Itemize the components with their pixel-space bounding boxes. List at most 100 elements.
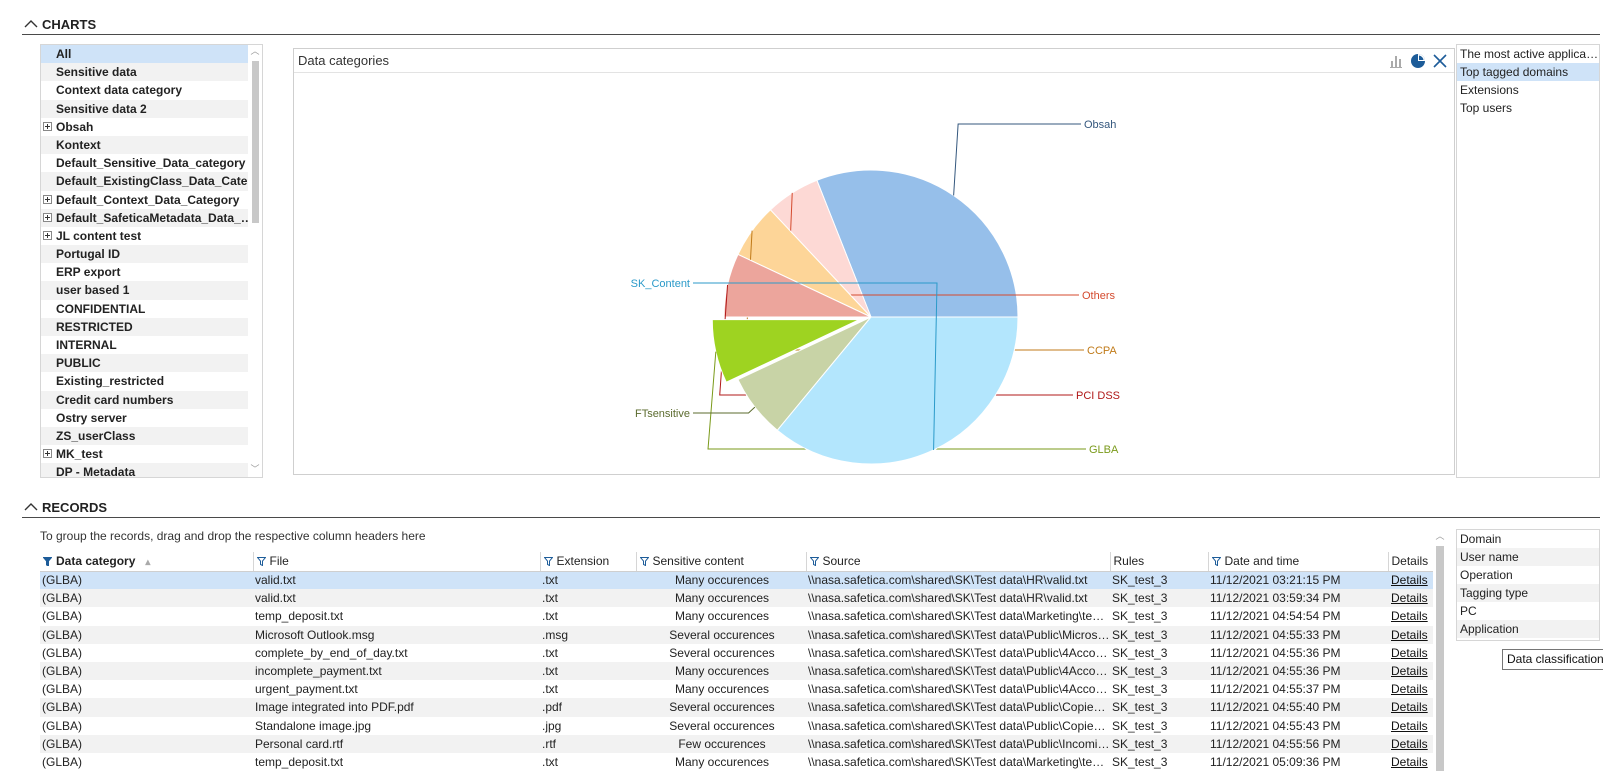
group-field-item[interactable]: PC bbox=[1457, 602, 1599, 620]
table-row[interactable]: (GLBA) Personal card.rtf .rtf Few occurence… bbox=[40, 734, 1433, 753]
category-list-scrollbar[interactable]: ︿ ﹀ bbox=[248, 45, 262, 477]
column-header[interactable]: Source bbox=[806, 552, 1111, 572]
scroll-down-icon[interactable]: ﹀ bbox=[250, 466, 260, 475]
filter-icon[interactable] bbox=[543, 557, 553, 567]
group-field-item[interactable]: User name bbox=[1457, 548, 1599, 566]
records-section-header[interactable]: RECORDS bbox=[22, 497, 107, 517]
filter-icon[interactable] bbox=[43, 557, 52, 567]
column-header[interactable]: File bbox=[253, 552, 541, 572]
table-row[interactable]: (GLBA) Standalone image.jpg .jpg Several oc… bbox=[40, 717, 1433, 735]
chart-type-item[interactable]: The most active applicati... bbox=[1457, 45, 1599, 63]
category-item[interactable]: MK_test bbox=[41, 445, 262, 463]
category-item[interactable]: All bbox=[41, 45, 262, 64]
filter-icon[interactable] bbox=[639, 557, 649, 567]
bar-chart-icon[interactable] bbox=[1388, 53, 1404, 69]
expand-plus-icon[interactable] bbox=[43, 230, 52, 240]
group-field-item[interactable]: Operation bbox=[1457, 566, 1599, 584]
expand-plus-icon[interactable] bbox=[43, 194, 52, 204]
category-item[interactable]: PUBLIC bbox=[41, 354, 262, 373]
details-link[interactable]: Details bbox=[1388, 644, 1433, 662]
details-link[interactable]: Details bbox=[1388, 607, 1433, 625]
group-field-item[interactable]: Application bbox=[1457, 620, 1599, 638]
table-row[interactable]: (GLBA) Image integrated into PDF.pdf .pdf S… bbox=[40, 698, 1433, 717]
table-row[interactable]: (GLBA) incomplete_payment.txt .txt Many occ… bbox=[40, 661, 1433, 681]
chart-type-item[interactable]: Top tagged domains bbox=[1457, 63, 1599, 81]
category-item[interactable]: Default_Context_Data_Category bbox=[41, 191, 262, 209]
scrollbar-thumb[interactable] bbox=[252, 61, 259, 223]
table-row[interactable]: (GLBA) temp_deposit.txt .txt Many occurence… bbox=[40, 607, 1433, 625]
group-field-item[interactable]: Domain bbox=[1457, 530, 1599, 548]
column-header[interactable]: Data category ▴ bbox=[40, 552, 254, 572]
category-item[interactable]: RESTRICTED bbox=[41, 317, 262, 336]
group-fields-list[interactable]: Domain User name Operation Tagging type PC Ap… bbox=[1456, 529, 1600, 641]
category-item[interactable]: Portugal ID bbox=[41, 245, 262, 264]
table-cell: Many occurences bbox=[636, 589, 806, 608]
table-cell: .txt bbox=[540, 589, 636, 608]
category-item[interactable]: user based 1 bbox=[41, 281, 262, 300]
filter-icon[interactable] bbox=[1211, 557, 1221, 567]
expand-plus-icon[interactable] bbox=[43, 449, 52, 459]
table-row[interactable]: (GLBA) Microsoft Outlook.msg .msg Several o… bbox=[40, 625, 1433, 644]
details-link[interactable]: Details bbox=[1388, 717, 1433, 735]
category-label: Existing_restricted bbox=[56, 374, 165, 389]
details-link[interactable]: Details bbox=[1388, 571, 1433, 590]
column-header[interactable]: Rules bbox=[1110, 552, 1209, 572]
table-row[interactable]: (GLBA) temp_deposit.txt .txt Many occurence… bbox=[40, 753, 1433, 771]
category-item[interactable]: ERP export bbox=[41, 263, 262, 281]
data-category-list[interactable]: All Sensitive data Context data category Se… bbox=[40, 44, 263, 478]
category-item[interactable]: Credit card numbers bbox=[41, 390, 262, 409]
table-row[interactable]: (GLBA) valid.txt .txt Many occurences \\nasa… bbox=[40, 589, 1433, 608]
column-header[interactable]: Extension bbox=[540, 552, 637, 572]
category-label: CONFIDENTIAL bbox=[56, 301, 146, 316]
charts-section-header[interactable]: CHARTS bbox=[22, 14, 96, 34]
category-item[interactable]: ZS_userClass bbox=[41, 426, 262, 446]
category-item[interactable]: Existing_restricted bbox=[41, 372, 262, 390]
table-cell: .jpg bbox=[542, 718, 562, 733]
table-row[interactable]: (GLBA) urgent_payment.txt .txt Many occuren… bbox=[40, 680, 1433, 698]
category-item[interactable]: Kontext bbox=[41, 135, 262, 155]
category-item[interactable]: Default_SafeticaMetadata_Data_Cate... bbox=[41, 208, 262, 227]
column-header[interactable]: Sensitive content bbox=[636, 552, 807, 572]
details-link[interactable]: Details bbox=[1388, 661, 1433, 681]
category-item[interactable]: Context data category bbox=[41, 81, 262, 99]
details-link[interactable]: Details bbox=[1388, 753, 1433, 771]
scrollbar-thumb[interactable] bbox=[1436, 546, 1444, 771]
details-link[interactable]: Details bbox=[1388, 680, 1433, 698]
records-scrollbar[interactable]: ︿ bbox=[1433, 532, 1447, 771]
scroll-up-icon[interactable]: ︿ bbox=[1435, 532, 1445, 542]
table-cell: 11/12/2021 03:21:15 PM bbox=[1208, 571, 1388, 590]
category-item[interactable]: Ostry server bbox=[41, 409, 262, 427]
details-link[interactable]: Details bbox=[1388, 734, 1433, 753]
scroll-up-icon[interactable]: ︿ bbox=[250, 48, 260, 57]
chart-type-item[interactable]: Top users bbox=[1457, 99, 1599, 117]
category-item[interactable]: CONFIDENTIAL bbox=[41, 300, 262, 318]
category-item[interactable]: JL content test bbox=[41, 227, 262, 245]
details-link[interactable]: Details bbox=[1388, 589, 1433, 608]
table-cell: .txt bbox=[540, 571, 636, 590]
expand-plus-icon[interactable] bbox=[43, 121, 52, 131]
filter-icon[interactable] bbox=[809, 557, 819, 567]
table-row[interactable]: (GLBA) complete_by_end_of_day.txt .txt Seve… bbox=[40, 644, 1433, 662]
category-item[interactable]: Sensitive data bbox=[41, 63, 262, 82]
pie-chart-icon[interactable] bbox=[1410, 53, 1426, 69]
group-by-hint[interactable]: To group the records, drag and drop the … bbox=[40, 529, 426, 543]
category-item[interactable]: Default_ExistingClass_Data_Category bbox=[41, 172, 262, 191]
table-cell: SK_test_3 bbox=[1110, 698, 1208, 717]
category-item[interactable]: Obsah bbox=[41, 118, 262, 136]
table-cell: Few occurences bbox=[636, 734, 806, 753]
filter-icon[interactable] bbox=[256, 557, 266, 567]
category-item[interactable]: Sensitive data 2 bbox=[41, 99, 262, 118]
expand-plus-icon[interactable] bbox=[43, 212, 52, 222]
chart-type-item[interactable]: Extensions bbox=[1457, 81, 1599, 99]
group-field-item[interactable]: Tagging type bbox=[1457, 584, 1599, 602]
details-link[interactable]: Details bbox=[1388, 625, 1433, 644]
column-header[interactable]: Details bbox=[1388, 552, 1433, 572]
category-item[interactable]: DP - Metadata bbox=[41, 463, 262, 477]
category-item[interactable]: INTERNAL bbox=[41, 336, 262, 354]
table-row[interactable]: (GLBA) valid.txt .txt Many occurences \\nasa… bbox=[40, 571, 1433, 590]
close-icon[interactable] bbox=[1432, 53, 1448, 69]
chart-type-list[interactable]: The most active applicati... Top tagged d… bbox=[1456, 44, 1600, 478]
details-link[interactable]: Details bbox=[1388, 698, 1433, 717]
category-item[interactable]: Default_Sensitive_Data_category bbox=[41, 154, 262, 172]
column-header[interactable]: Date and time bbox=[1208, 552, 1389, 572]
